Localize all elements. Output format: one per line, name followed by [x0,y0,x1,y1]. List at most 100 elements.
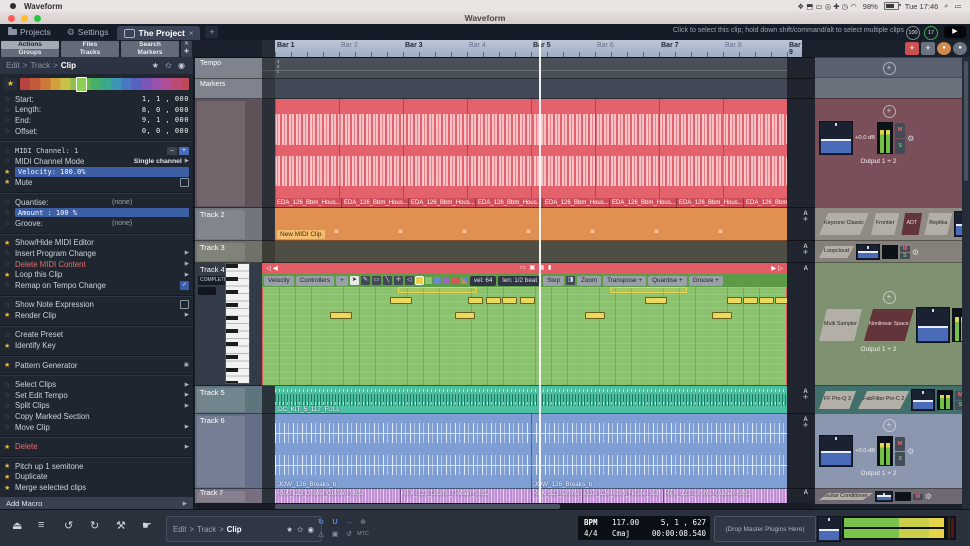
midi-note[interactable] [585,312,605,319]
favorite-star-icon[interactable]: ★ [4,473,15,481]
track6-clip-name[interactable]: JOW_126_Breaks_b [534,481,592,488]
add-panel-button[interactable]: ✚ [181,49,192,57]
panel-tab-tracks[interactable]: Tracks [61,49,119,57]
property-create-preset[interactable]: ☆ Create Preset [0,330,193,341]
plugin-ff-pro-q-3[interactable]: FF Pro-Q 3 [819,391,856,409]
note-color-swatch[interactable] [414,276,424,285]
rack-t6[interactable]: + +0.0 dB M S ⚙ Output 1 + 2 [815,413,962,489]
favorite-star-icon[interactable]: ☆ [4,391,15,399]
tempo-label[interactable]: Tempo [200,60,221,67]
track7-clip[interactable]: REK_123_Drums_Golden_Strp2 [275,489,401,504]
property-set-edit-tempo[interactable]: ☆ Set Edit Tempo ▶ [0,390,193,401]
tools-icon[interactable]: ⚒ [116,519,126,532]
groove-button[interactable]: Groove + [688,275,723,286]
property-identify-key[interactable]: ★ Identify Key [0,340,193,351]
solo-button[interactable]: S [899,252,910,259]
track2-midi-clip[interactable]: ≡ ≡ ≡ ≡ ≡ ≡ ≡ New MIDI Clip [275,208,787,241]
markers-label[interactable]: Markers [200,81,225,88]
mute-button[interactable]: M [912,493,923,500]
gear-icon[interactable]: ⚙ [912,248,919,257]
vscrollbar-thumb[interactable] [964,61,968,181]
checkbox[interactable] [180,177,189,187]
volume-fader[interactable] [915,307,950,343]
mute-solo-buttons[interactable]: MS [955,390,962,410]
favorite-star-icon[interactable]: ★ [4,168,15,176]
plugin-keyzone-classic[interactable]: Keyzone Classic [819,213,869,235]
panel-tab-files[interactable]: Files [61,41,119,49]
property-length[interactable]: ☆ Length: 8, 0 , 000 [0,105,193,116]
property-duplicate[interactable]: ★ Duplicate [0,472,193,483]
piano-roll[interactable] [262,287,790,386]
rack-t1[interactable]: + +0.0 dB M S ⚙ Output 1 + 2 [815,98,962,208]
midi-note[interactable] [743,297,758,304]
transpose-button[interactable]: Transpose + [603,275,647,286]
property-quantise[interactable]: ☆ Quantise: (none) [0,197,193,208]
favorite-star-icon[interactable]: ★ [4,443,15,451]
tab-the-project[interactable]: The Project × [116,26,201,40]
track4-name[interactable]: Track 4 [200,265,225,274]
track6-name[interactable]: Track 6 [200,416,225,425]
volume-fader[interactable] [911,389,936,411]
midi-clip-section-icon[interactable]: ≡ [590,228,595,236]
panel-tab-search[interactable]: Search [121,41,179,49]
property-midi-channel[interactable]: ☆ MIDI Channel: 1 – + [0,145,193,156]
rack-t3[interactable]: Loopcloud M S ⚙ [815,240,962,263]
favorite-star-icon[interactable]: ★ [4,271,15,279]
property-value[interactable]: 0, 0 , 000 [142,127,189,135]
add-plugin-icon[interactable]: + [882,105,896,118]
favorite-star-icon[interactable]: ☆ [4,402,15,410]
track5-audio-clip[interactable]: DC_KIT_5_117_FULL [275,386,787,414]
property-midi-channel-mode[interactable]: ☆ MIDI Channel Mode Single channel ▶ [0,156,193,167]
breadcrumb-star-icons[interactable]: ★ ✩ ◉ [286,525,315,534]
property-loop-this-clip[interactable]: ★ Loop this Clip ▶ [0,269,193,280]
playhead-cursor[interactable] [539,40,541,503]
close-panel-button[interactable]: ✕ [181,41,192,49]
edit-tool-icon[interactable]: ➤ [349,276,359,285]
favorite-star-icon[interactable]: ★ [4,239,15,247]
favorite-star-icon[interactable]: ☆ [4,331,15,339]
track3-header[interactable]: Track 3 [195,241,262,263]
property-start[interactable]: ☆ Start: 1, 1 , 000 [0,94,193,105]
add-plugin-icon[interactable]: + [882,62,896,75]
rack-t5[interactable]: FF Pro-Q 3FabFilter Pro-C 2MS⚙ [815,385,962,414]
bpm-value[interactable]: 117.00 [612,518,639,527]
breadcrumb-track[interactable]: Track [30,61,50,70]
record-arm-button[interactable]: ● [937,42,951,55]
sync-icon[interactable]: △ [318,530,323,538]
plugin-frontier[interactable]: Frontier [870,213,900,235]
favorite-star-icon[interactable]: ★ [4,311,15,319]
midi-note[interactable] [455,312,475,319]
midi-clip-name-tag[interactable]: New MIDI Clip [277,230,325,239]
favorite-star-icon[interactable]: ☆ [4,198,15,206]
property-merge-selected-clips[interactable]: ★ Merge selected clips [0,482,193,493]
increment-button[interactable]: + [179,146,189,155]
favorite-star-icon[interactable]: ☆ [4,95,15,103]
midi-note[interactable] [486,297,501,304]
add-plugin-icon[interactable]: + [882,291,896,304]
undo-icon[interactable]: ↺ [64,519,73,532]
midi-note[interactable] [727,297,742,304]
track6-header[interactable]: Track 6 [195,414,262,489]
track3-lane[interactable] [262,241,787,263]
solo-button[interactable]: S [895,451,906,466]
track7-clips[interactable]: REK_123_Drums_Golden_Strp2 REK_123_Drums_… [275,489,787,504]
velocity-value-button[interactable]: vel: 64 [469,275,497,286]
rack-t4[interactable]: + Multi SamplerNonlinear SpaceMS⚙ Output 1… [815,262,962,386]
favorite-star-icon[interactable]: ☆ [4,147,15,155]
track7-name[interactable]: Track 7 [200,490,223,497]
sync-icon[interactable]: ↺ [346,530,352,538]
favorite-star-icon[interactable]: ☆ [4,127,15,135]
add-plugin-icon[interactable]: + [882,419,896,432]
property-insert-program-change[interactable]: ☆ Insert Program Change ▶ [0,248,193,259]
edit-tool-icon[interactable]: ✛ [393,276,403,285]
midi-note[interactable] [712,312,732,319]
property-value[interactable]: 1, 1 , 000 [142,95,189,103]
track6-clips[interactable]: JOW_126_Breaks_b JOW_126_Breaks_b [275,414,787,489]
sync-icon[interactable]: ⊕ [360,518,366,526]
transport-breadcrumb[interactable]: Edit > Track > Clip ★ ✩ ◉ [166,516,322,542]
volume-fader[interactable] [874,491,893,502]
master-fader[interactable] [817,516,841,542]
property-value[interactable]: 8, 0 , 000 [142,106,189,114]
mute-button[interactable]: M [895,122,906,138]
favorite-star-icon[interactable]: ☆ [4,281,15,289]
